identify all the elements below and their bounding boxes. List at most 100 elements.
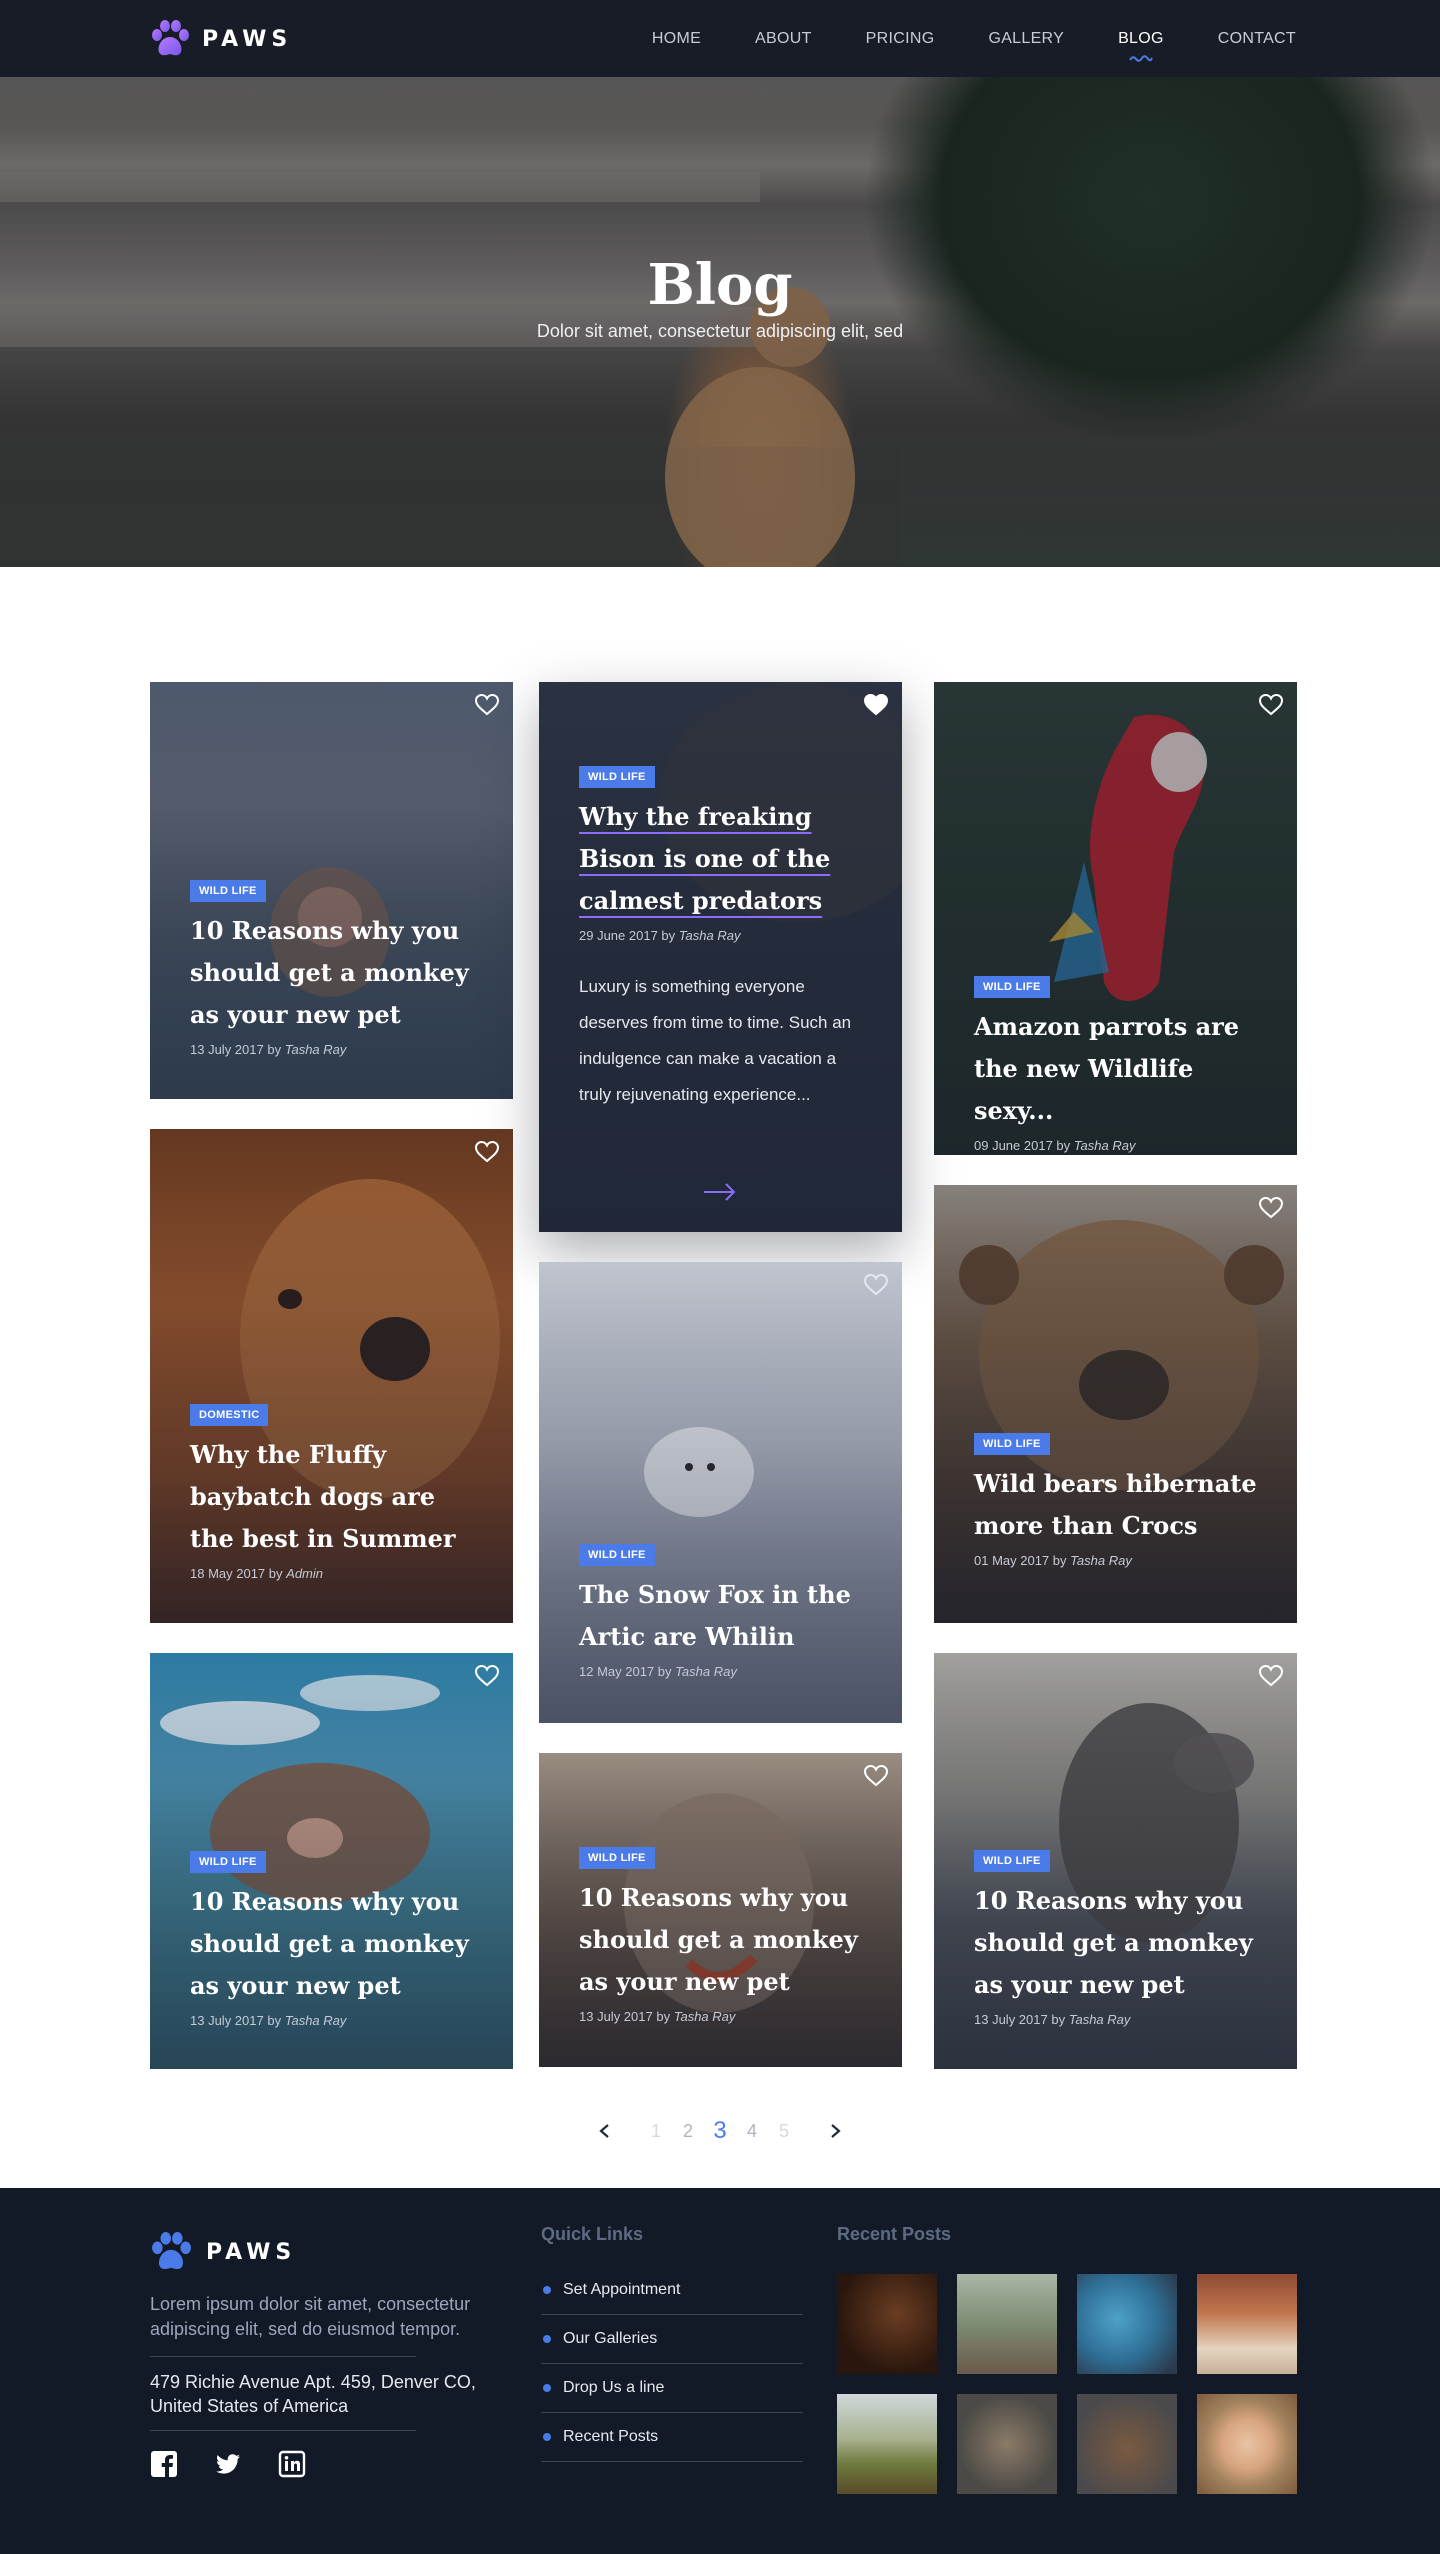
post-author[interactable]: Tasha Ray bbox=[1070, 1553, 1132, 1568]
card-title[interactable]: 10 Reasons why you should get a monkey a… bbox=[190, 910, 483, 1036]
heart-icon[interactable] bbox=[475, 1141, 499, 1163]
category-badge[interactable]: WILD LIFE bbox=[579, 1847, 655, 1869]
heart-icon[interactable] bbox=[475, 1665, 499, 1687]
paw-logo-icon bbox=[152, 20, 189, 56]
nav-blog-label: BLOG bbox=[1118, 29, 1164, 47]
page-3-current[interactable]: 3 bbox=[704, 2117, 736, 2145]
card-title[interactable]: Wild bears hibernate more than Crocs bbox=[974, 1463, 1267, 1547]
nav-pricing[interactable]: PRICING bbox=[866, 30, 935, 48]
quick-link-set-appointment[interactable]: Set Appointment bbox=[541, 2266, 803, 2315]
blog-card[interactable]: WILD LIFE 10 Reasons why you should get … bbox=[150, 1653, 513, 2069]
post-author[interactable]: Tasha Ray bbox=[674, 2009, 736, 2024]
post-date: 13 July 2017 bbox=[190, 2013, 264, 2028]
heart-icon[interactable] bbox=[864, 1274, 888, 1296]
heart-filled-icon[interactable] bbox=[864, 694, 888, 716]
heart-icon[interactable] bbox=[475, 694, 499, 716]
quick-link-our-galleries[interactable]: Our Galleries bbox=[541, 2315, 803, 2364]
by-label: by bbox=[267, 2013, 282, 2028]
card-title[interactable]: Why the freaking Bison is one of the cal… bbox=[579, 796, 872, 922]
blog-card[interactable]: DOMESTIC Why the Fluffy baybatch dogs ar… bbox=[150, 1129, 513, 1623]
recent-post-thumbnail[interactable] bbox=[957, 2394, 1057, 2494]
category-badge[interactable]: DOMESTIC bbox=[190, 1404, 269, 1426]
linkedin-icon[interactable] bbox=[278, 2450, 306, 2478]
blog-card[interactable]: WILD LIFE Amazon parrots are the new Wil… bbox=[934, 682, 1297, 1155]
category-badge[interactable]: WILD LIFE bbox=[974, 1433, 1050, 1455]
card-title[interactable]: Why the Fluffy baybatch dogs are the bes… bbox=[190, 1434, 483, 1560]
card-meta: 01 May 2017 by Tasha Ray bbox=[974, 1553, 1267, 1568]
page-5[interactable]: 5 bbox=[768, 2121, 800, 2142]
social-links bbox=[150, 2450, 306, 2478]
blog-card[interactable]: WILD LIFE 10 Reasons why you should get … bbox=[934, 1653, 1297, 2069]
facebook-icon[interactable] bbox=[150, 2450, 178, 2478]
footer-logo[interactable]: PAWS bbox=[150, 2232, 296, 2272]
recent-post-thumbnail[interactable] bbox=[957, 2274, 1057, 2374]
quick-link-drop-us-a-line[interactable]: Drop Us a line bbox=[541, 2364, 803, 2413]
read-more-arrow-icon[interactable] bbox=[703, 1182, 737, 1202]
card-title[interactable]: 10 Reasons why you should get a monkey a… bbox=[190, 1881, 483, 2007]
category-badge[interactable]: WILD LIFE bbox=[579, 766, 655, 788]
post-date: 09 June 2017 bbox=[974, 1138, 1053, 1153]
card-title[interactable]: The Snow Fox in the Artic are Whilin bbox=[579, 1574, 872, 1658]
page-1[interactable]: 1 bbox=[640, 2121, 672, 2142]
page-4[interactable]: 4 bbox=[736, 2121, 768, 2142]
heart-icon[interactable] bbox=[864, 1765, 888, 1787]
card-meta: 13 July 2017 by Tasha Ray bbox=[974, 2012, 1267, 2027]
category-badge[interactable]: WILD LIFE bbox=[974, 1850, 1050, 1872]
category-badge[interactable]: WILD LIFE bbox=[974, 976, 1050, 998]
blog-card[interactable]: WILD LIFE 10 Reasons why you should get … bbox=[150, 682, 513, 1099]
blog-card[interactable]: WILD LIFE The Snow Fox in the Artic are … bbox=[539, 1262, 902, 1723]
post-date: 01 May 2017 bbox=[974, 1553, 1050, 1568]
post-author[interactable]: Tasha Ray bbox=[679, 928, 741, 943]
card-title[interactable]: 10 Reasons why you should get a monkey a… bbox=[974, 1880, 1267, 2006]
card-meta: 13 July 2017 by Tasha Ray bbox=[190, 2013, 483, 2028]
recent-post-thumbnail[interactable] bbox=[1197, 2274, 1297, 2374]
logo-text: PAWS bbox=[202, 26, 293, 52]
twitter-icon[interactable] bbox=[214, 2450, 242, 2478]
blog-card[interactable]: WILD LIFE Wild bears hibernate more than… bbox=[934, 1185, 1297, 1623]
card-title[interactable]: 10 Reasons why you should get a monkey a… bbox=[579, 1877, 872, 2003]
footer-logo-text: PAWS bbox=[206, 2239, 297, 2265]
post-date: 13 July 2017 bbox=[190, 1042, 264, 1057]
quick-link-recent-posts[interactable]: Recent Posts bbox=[541, 2413, 803, 2462]
divider bbox=[150, 2356, 416, 2357]
nav-about[interactable]: ABOUT bbox=[755, 30, 812, 48]
featured-blog-card[interactable]: WILD LIFE Why the freaking Bison is one … bbox=[539, 682, 902, 1232]
bullet-dot bbox=[543, 2433, 551, 2441]
recent-post-thumbnail[interactable] bbox=[1197, 2394, 1297, 2494]
post-author[interactable]: Tasha Ray bbox=[1074, 1138, 1136, 1153]
recent-post-thumbnail[interactable] bbox=[837, 2274, 937, 2374]
post-author[interactable]: Tasha Ray bbox=[285, 1042, 347, 1057]
category-badge[interactable]: WILD LIFE bbox=[190, 1851, 266, 1873]
post-author[interactable]: Tasha Ray bbox=[675, 1664, 737, 1679]
card-excerpt: Luxury is something everyone deserves fr… bbox=[579, 977, 852, 1104]
nav-gallery[interactable]: GALLERY bbox=[988, 30, 1064, 48]
by-label: by bbox=[268, 1566, 283, 1581]
category-badge[interactable]: WILD LIFE bbox=[579, 1544, 655, 1566]
nav-contact[interactable]: CONTACT bbox=[1218, 30, 1296, 48]
active-wave-indicator bbox=[1129, 54, 1153, 62]
post-author[interactable]: Tasha Ray bbox=[1069, 2012, 1131, 2027]
recent-post-thumbnail[interactable] bbox=[1077, 2394, 1177, 2494]
heart-icon[interactable] bbox=[1259, 1197, 1283, 1219]
heart-icon[interactable] bbox=[1259, 694, 1283, 716]
heart-icon[interactable] bbox=[1259, 1665, 1283, 1687]
quick-link-label: Drop Us a line bbox=[563, 2379, 665, 2396]
quick-link-label: Set Appointment bbox=[563, 2281, 681, 2298]
page-2[interactable]: 2 bbox=[672, 2121, 704, 2142]
chevron-left-icon[interactable] bbox=[570, 2121, 640, 2141]
nav-blog[interactable]: BLOG bbox=[1118, 29, 1164, 62]
card-meta: 13 July 2017 by Tasha Ray bbox=[579, 2009, 872, 2024]
card-meta: 13 July 2017 by Tasha Ray bbox=[190, 1042, 483, 1057]
post-author[interactable]: Tasha Ray bbox=[285, 2013, 347, 2028]
blog-card[interactable]: WILD LIFE 10 Reasons why you should get … bbox=[539, 1753, 902, 2067]
recent-post-thumbnail[interactable] bbox=[1077, 2274, 1177, 2374]
post-author[interactable]: Admin bbox=[286, 1566, 323, 1581]
recent-post-thumbnail[interactable] bbox=[837, 2394, 937, 2494]
chevron-right-icon[interactable] bbox=[800, 2121, 870, 2141]
category-badge[interactable]: WILD LIFE bbox=[190, 880, 266, 902]
by-label: by bbox=[1052, 1553, 1067, 1568]
card-title[interactable]: Amazon parrots are the new Wildlife sexy… bbox=[974, 1006, 1267, 1132]
logo[interactable]: PAWS bbox=[150, 20, 292, 58]
nav-home[interactable]: HOME bbox=[652, 30, 701, 48]
footer-about-text: Lorem ipsum dolor sit amet, consectetur … bbox=[150, 2294, 471, 2339]
